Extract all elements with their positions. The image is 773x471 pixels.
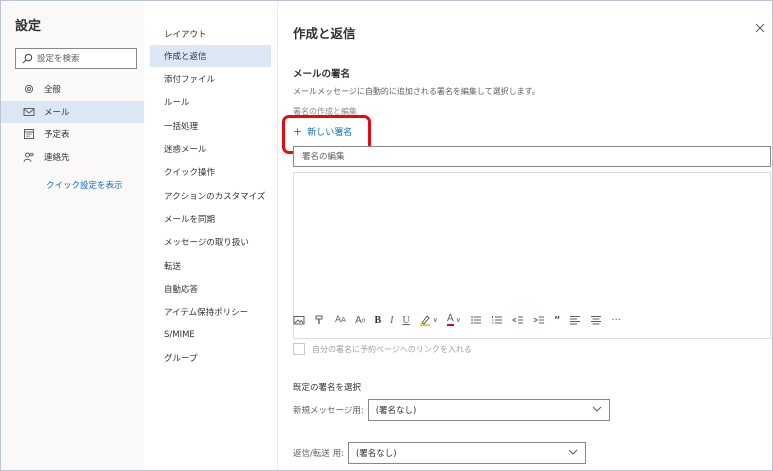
nav-item-label: 全般: [44, 85, 62, 95]
mail-icon: [23, 106, 35, 118]
close-button[interactable]: [751, 18, 769, 36]
decrease-indent-icon[interactable]: [511, 312, 524, 328]
settings-search-box[interactable]: [15, 48, 137, 69]
new-messages-value: (署名なし): [375, 406, 417, 416]
font-size-icon[interactable]: AA: [335, 312, 346, 328]
default-signature-title: 既定の署名を選択: [293, 383, 362, 393]
gear-icon: [23, 83, 35, 95]
bold-icon[interactable]: B: [374, 312, 381, 328]
quote-icon[interactable]: ”: [554, 312, 561, 328]
category-forwarding[interactable]: 転送: [150, 255, 271, 277]
nav-item-label: メール: [44, 107, 70, 118]
replies-row: 返信/転送 用: (署名なし): [293, 442, 586, 464]
format-painter-icon[interactable]: [314, 312, 326, 328]
calendar-icon: [23, 128, 35, 140]
category-rules[interactable]: ルール: [150, 91, 271, 113]
settings-category-pane: レイアウト 作成と返信 添付ファイル ルール 一括処理 迷惑メール クイック操作…: [144, 1, 278, 470]
settings-title: 設定: [15, 19, 42, 34]
nav-item-calendar[interactable]: 予定表: [1, 123, 144, 145]
highlight-icon[interactable]: ∨: [419, 312, 438, 328]
replies-value: (署名なし): [355, 449, 397, 459]
bullets-icon[interactable]: [470, 312, 482, 328]
signature-name-input[interactable]: [293, 146, 771, 167]
settings-nav: 全般 メール 予定表 連絡先: [1, 78, 144, 168]
image-icon[interactable]: [293, 312, 305, 328]
booking-link-label: 自分の署名に予約ページへのリンクを入れる: [312, 344, 472, 354]
category-junk-email[interactable]: 迷惑メール: [150, 138, 271, 160]
underline-icon[interactable]: U: [403, 312, 410, 328]
align-left-icon[interactable]: [569, 312, 581, 328]
section-description: メールメッセージに自動的に追加される署名を編集して選択します。: [293, 87, 540, 96]
settings-left-pane: 設定 全般 メール: [1, 1, 144, 470]
category-layout[interactable]: レイアウト: [150, 23, 271, 45]
people-icon: [23, 151, 35, 163]
replies-select[interactable]: (署名なし): [347, 442, 586, 464]
new-messages-row: 新規メッセージ用: (署名なし): [293, 399, 610, 421]
formatting-toolbar: AA Ao B I U ∨ A ∨ ” ···: [293, 311, 630, 329]
new-messages-label: 新規メッセージ用:: [293, 406, 364, 416]
category-groups[interactable]: グループ: [150, 347, 271, 369]
category-sweep[interactable]: 一括処理: [150, 115, 271, 137]
chevron-down-icon: ∨: [432, 316, 438, 324]
category-sync-email[interactable]: メールを同期: [150, 208, 271, 230]
settings-content-pane: 作成と返信 メールの署名 メールメッセージに自動的に追加される署名を編集して選択…: [279, 1, 772, 470]
booking-link-checkbox-row[interactable]: 自分の署名に予約ページへのリンクを入れる: [293, 343, 472, 355]
superscript-icon[interactable]: Ao: [355, 312, 366, 328]
search-icon: [22, 49, 33, 68]
close-icon: [755, 18, 765, 37]
italic-icon[interactable]: I: [390, 312, 393, 328]
category-attachments[interactable]: 添付ファイル: [150, 68, 271, 90]
category-customize-actions[interactable]: アクションのカスタマイズ: [150, 185, 271, 207]
more-icon[interactable]: ···: [611, 312, 621, 328]
nav-item-label: 連絡先: [44, 152, 70, 163]
nav-item-mail[interactable]: メール: [1, 100, 144, 123]
new-messages-select[interactable]: (署名なし): [367, 399, 610, 421]
chevron-down-icon: ∨: [455, 316, 461, 324]
replies-label: 返信/転送 用:: [293, 449, 344, 459]
category-retention-policies[interactable]: アイテム保持ポリシー: [150, 301, 271, 323]
category-quick-steps[interactable]: クイック操作: [150, 161, 271, 183]
page-title: 作成と返信: [293, 26, 356, 41]
category-compose-reply[interactable]: 作成と返信: [150, 45, 271, 67]
quick-settings-link[interactable]: クイック設定を表示: [46, 179, 123, 191]
increase-indent-icon[interactable]: [533, 312, 545, 328]
category-automatic-replies[interactable]: 自動応答: [150, 278, 271, 300]
category-smime[interactable]: S/MIME: [150, 324, 271, 346]
numbering-icon[interactable]: [491, 312, 503, 328]
category-message-handling[interactable]: メッセージの取り扱い: [150, 231, 271, 253]
nav-item-label: 予定表: [44, 130, 70, 140]
section-title-signature: メールの署名: [293, 69, 351, 80]
nav-item-general[interactable]: 全般: [1, 78, 144, 100]
chevron-down-icon: [592, 405, 602, 415]
settings-search-input[interactable]: [37, 53, 133, 64]
align-center-icon[interactable]: [590, 312, 602, 328]
booking-link-checkbox[interactable]: [293, 343, 305, 355]
settings-dialog: 設定 全般 メール: [0, 0, 773, 471]
font-color-icon[interactable]: A ∨: [446, 312, 461, 328]
nav-item-people[interactable]: 連絡先: [1, 146, 144, 168]
chevron-down-icon: [568, 448, 578, 458]
